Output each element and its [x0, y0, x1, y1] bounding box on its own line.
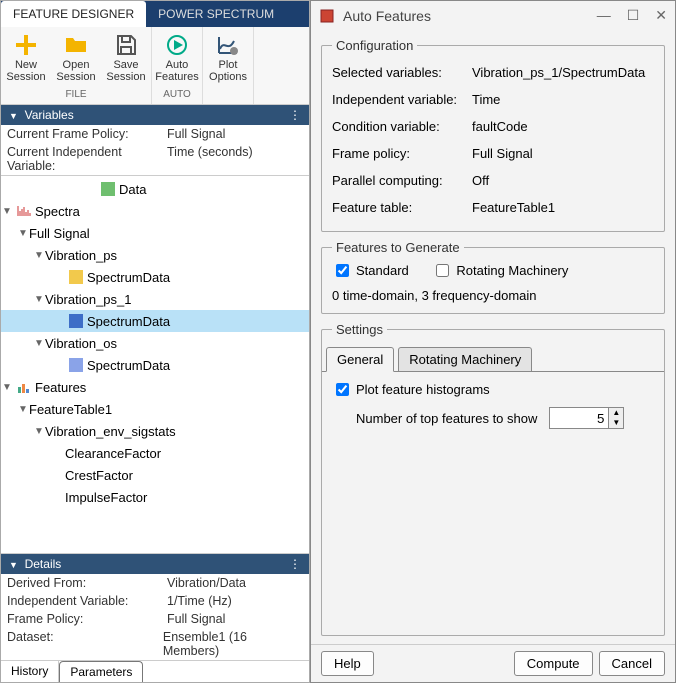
frame-policy-value: Full Signal — [167, 127, 225, 141]
standard-checkbox[interactable]: Standard — [332, 261, 409, 280]
tree-node-impulse[interactable]: ImpulseFactor — [1, 486, 309, 508]
plot-histograms-checkbox[interactable]: Plot feature histograms — [332, 380, 490, 399]
tab-power-spectrum[interactable]: POWER SPECTRUM — [146, 1, 286, 27]
indep-var-value: Time (seconds) — [167, 145, 253, 173]
ribbon: NewSession OpenSession SaveSession FILE … — [1, 27, 309, 105]
cfg-frame-value: Full Signal — [472, 146, 533, 161]
settings-legend: Settings — [332, 322, 387, 337]
barchart-icon — [17, 380, 31, 394]
tree-node-data[interactable]: Data — [1, 178, 309, 200]
kebab-icon[interactable]: ⋮ — [289, 108, 301, 122]
features-legend: Features to Generate — [332, 240, 464, 255]
tree-node-crest[interactable]: CrestFactor — [1, 464, 309, 486]
tree-node-features[interactable]: ▼Features — [1, 376, 309, 398]
spectrum-icon — [17, 204, 31, 218]
spinner-down-icon[interactable]: ▼ — [609, 418, 623, 428]
auto-features-icon — [165, 33, 189, 57]
cfg-cond-value: faultCode — [472, 119, 528, 134]
features-to-generate-fieldset: Features to Generate Standard Rotating M… — [321, 240, 665, 314]
close-icon[interactable]: ✕ — [655, 7, 667, 24]
compute-button[interactable]: Compute — [514, 651, 593, 676]
file-group-label: FILE — [59, 87, 92, 102]
cfg-cond-label: Condition variable: — [332, 119, 472, 134]
plot-options-button[interactable]: PlotOptions — [203, 29, 253, 87]
auto-group-label: AUTO — [157, 87, 197, 102]
spinner-up-icon[interactable]: ▲ — [609, 408, 623, 418]
frame-policy-label: Current Frame Policy: — [7, 127, 167, 141]
cfg-indep-label: Independent variable: — [332, 92, 472, 107]
details-indep-value: 1/Time (Hz) — [167, 594, 232, 608]
cfg-frame-label: Frame policy: — [332, 146, 472, 161]
cfg-feature-table-label: Feature table: — [332, 200, 472, 215]
tree-node-vos[interactable]: ▼Vibration_os — [1, 332, 309, 354]
tab-parameters[interactable]: Parameters — [59, 661, 143, 682]
save-session-button[interactable]: SaveSession — [101, 29, 151, 87]
tree-node-spectra[interactable]: ▼Spectra — [1, 200, 309, 222]
folder-icon — [64, 33, 88, 57]
indep-var-label: Current Independent Variable: — [7, 145, 167, 173]
new-session-button[interactable]: NewSession — [1, 29, 51, 87]
dialog-title: Auto Features — [343, 8, 431, 24]
configuration-legend: Configuration — [332, 38, 417, 53]
settings-fieldset: Settings General Rotating Machinery Plot… — [321, 322, 665, 636]
sel-var-value: Vibration_ps_1/SpectrumData — [472, 65, 645, 80]
save-icon — [114, 33, 138, 57]
cancel-button[interactable]: Cancel — [599, 651, 665, 676]
dialog-titlebar: Auto Features — ☐ ✕ — [311, 1, 675, 30]
app-tab-row: FEATURE DESIGNER POWER SPECTRUM — [1, 1, 309, 27]
details-frame-value: Full Signal — [167, 612, 225, 626]
cfg-parallel-value: Off — [472, 173, 489, 188]
rotating-machinery-checkbox[interactable]: Rotating Machinery — [432, 261, 568, 280]
details-header[interactable]: ▼ Details ⋮ — [1, 554, 309, 574]
variables-header[interactable]: ▼ Variables ⋮ — [1, 105, 309, 125]
num-top-input[interactable] — [549, 407, 609, 429]
variables-tree[interactable]: Data ▼Spectra ▼Full Signal ▼Vibration_ps… — [1, 175, 309, 554]
details-frame-label: Frame Policy: — [7, 612, 167, 626]
configuration-fieldset: Configuration Selected variables:Vibrati… — [321, 38, 665, 232]
maximize-icon[interactable]: ☐ — [627, 7, 640, 24]
auto-features-button[interactable]: AutoFeatures — [152, 29, 202, 87]
details-indep-label: Independent Variable: — [7, 594, 167, 608]
minimize-icon[interactable]: — — [597, 7, 611, 24]
num-top-spinner[interactable]: ▲ ▼ — [549, 407, 624, 429]
main-panel: FEATURE DESIGNER POWER SPECTRUM NewSessi… — [0, 0, 310, 683]
sel-var-label: Selected variables: — [332, 65, 472, 80]
plus-icon — [14, 33, 38, 57]
feature-summary-text: 0 time-domain, 3 frequency-domain — [332, 280, 654, 303]
open-session-button[interactable]: OpenSession — [51, 29, 101, 87]
cfg-feature-table-value: FeatureTable1 — [472, 200, 555, 215]
tree-node-envsigstats[interactable]: ▼Vibration_env_sigstats — [1, 420, 309, 442]
tree-node-vos-spectrumdata[interactable]: SpectrumData — [1, 354, 309, 376]
cfg-parallel-label: Parallel computing: — [332, 173, 472, 188]
derived-from-value: Vibration/Data — [167, 576, 246, 590]
tree-node-vps1[interactable]: ▼Vibration_ps_1 — [1, 288, 309, 310]
tab-history[interactable]: History — [1, 661, 59, 682]
details-dataset-label: Dataset: — [7, 630, 163, 658]
kebab-icon[interactable]: ⋮ — [289, 557, 301, 571]
tab-general[interactable]: General — [326, 347, 394, 372]
tab-feature-designer[interactable]: FEATURE DESIGNER — [1, 1, 146, 27]
tree-node-full-signal[interactable]: ▼Full Signal — [1, 222, 309, 244]
tab-rotating-machinery[interactable]: Rotating Machinery — [398, 347, 532, 371]
plot-options-icon — [216, 33, 240, 57]
derived-from-label: Derived From: — [7, 576, 167, 590]
tree-node-clearance[interactable]: ClearanceFactor — [1, 442, 309, 464]
tree-node-vps[interactable]: ▼Vibration_ps — [1, 244, 309, 266]
details-dataset-value: Ensemble1 (16 Members) — [163, 630, 303, 658]
num-top-label: Number of top features to show — [356, 411, 537, 426]
tree-node-vps-spectrumdata[interactable]: SpectrumData — [1, 266, 309, 288]
auto-features-dialog: Auto Features — ☐ ✕ Configuration Select… — [310, 0, 676, 683]
tree-node-vps1-spectrumdata[interactable]: SpectrumData — [1, 310, 309, 332]
app-icon — [319, 8, 335, 24]
help-button[interactable]: Help — [321, 651, 374, 676]
cfg-indep-value: Time — [472, 92, 500, 107]
tree-node-featuretable1[interactable]: ▼FeatureTable1 — [1, 398, 309, 420]
